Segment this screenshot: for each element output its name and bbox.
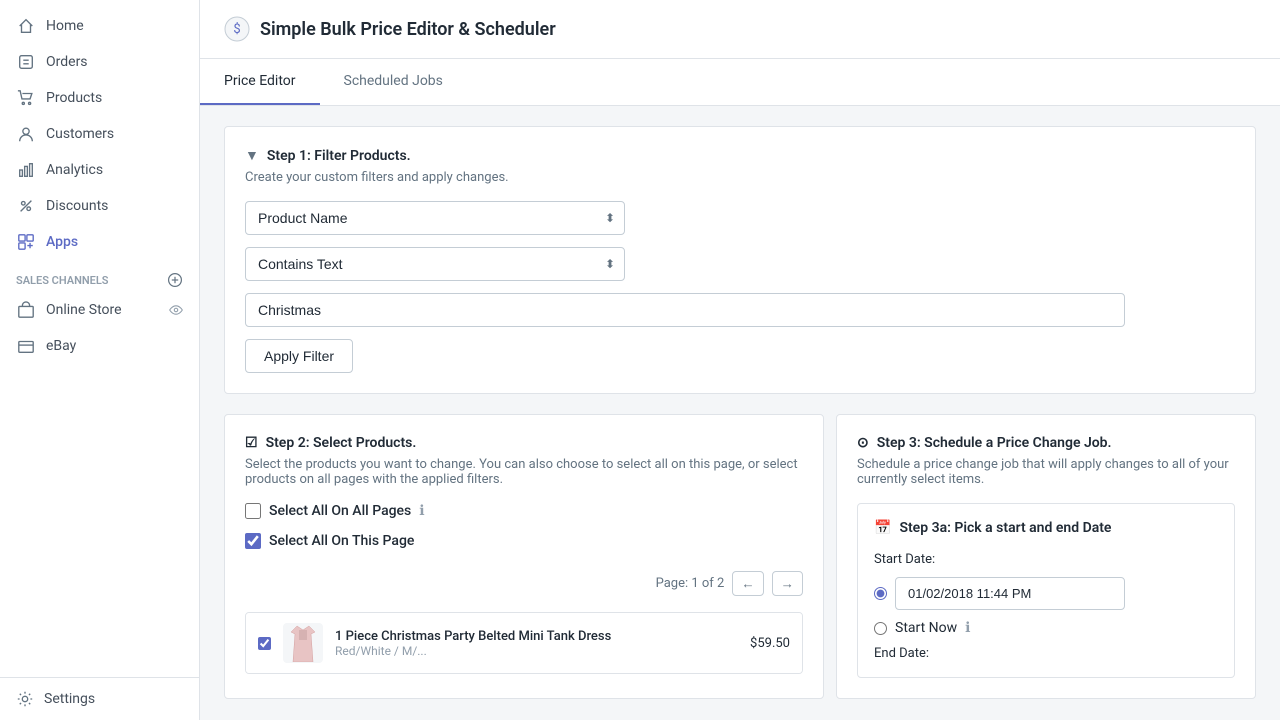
step3-subtext: Schedule a price change job that will ap… — [857, 457, 1235, 487]
filter-icon: ▼ — [245, 147, 259, 164]
check-box-icon: ☑ — [245, 435, 258, 451]
select-all-page-row[interactable]: Select All On This Page — [245, 533, 803, 549]
start-date-radio[interactable] — [874, 587, 887, 600]
pagination: Page: 1 of 2 ← → — [245, 563, 803, 604]
add-channel-icon[interactable] — [167, 272, 183, 288]
clock-icon: ⊙ — [857, 435, 869, 451]
steps-row: ☑ Step 2: Select Products. Select the pr… — [224, 414, 1256, 699]
sidebar-item-ebay[interactable]: eBay — [0, 328, 199, 364]
page-header: $ Simple Bulk Price Editor & Scheduler — [200, 0, 1280, 59]
info-icon-start-now[interactable]: ℹ — [965, 620, 970, 636]
sidebar-item-products[interactable]: Products — [0, 80, 199, 116]
product-variant: Red/White / M/... — [335, 644, 738, 658]
step1-card: ▼ Step 1: Filter Products. Create your c… — [224, 126, 1256, 394]
sidebar-item-apps[interactable]: Apps — [0, 224, 199, 260]
sidebar-item-online-store[interactable]: Online Store — [0, 292, 199, 328]
analytics-icon — [16, 160, 36, 180]
sidebar-item-analytics[interactable]: Analytics — [0, 152, 199, 188]
app-logo-icon: $ — [224, 16, 250, 42]
select-all-pages-row[interactable]: Select All On All Pages ℹ — [245, 503, 803, 519]
end-date-label: End Date: — [874, 646, 1218, 661]
step3a-heading: 📅 Step 3a: Pick a start and end Date — [874, 520, 1218, 536]
start-now-radio[interactable] — [874, 622, 887, 635]
sidebar-item-discounts[interactable]: Discounts — [0, 188, 199, 224]
filter-condition-wrapper: Contains Text Does Not Contain Equals St… — [245, 247, 625, 281]
calendar-icon: 📅 — [874, 520, 891, 536]
apply-filter-button[interactable]: Apply Filter — [245, 339, 353, 373]
products-icon — [16, 88, 36, 108]
start-date-label: Start Date: — [874, 552, 1218, 567]
step1-heading: ▼ Step 1: Filter Products. — [245, 147, 1235, 164]
step3a-box: 📅 Step 3a: Pick a start and end Date Sta… — [857, 503, 1235, 678]
product-checkbox[interactable] — [258, 637, 271, 650]
sidebar-nav: Home Orders Products — [0, 0, 199, 677]
pagination-text: Page: 1 of 2 — [656, 576, 725, 591]
sidebar-item-orders[interactable]: Orders — [0, 44, 199, 80]
table-row: 1 Piece Christmas Party Belted Mini Tank… — [246, 613, 802, 673]
step3-heading: ⊙ Step 3: Schedule a Price Change Job. — [857, 435, 1235, 451]
orders-icon — [16, 52, 36, 72]
tab-scheduled-jobs[interactable]: Scheduled Jobs — [320, 59, 467, 105]
tab-bar: Price Editor Scheduled Jobs — [200, 59, 1280, 106]
step2-card: ☑ Step 2: Select Products. Select the pr… — [224, 414, 824, 699]
filter-field-select[interactable]: Product Name Price SKU Tag — [245, 201, 625, 235]
product-name: 1 Piece Christmas Party Belted Mini Tank… — [335, 629, 738, 644]
page-title: Simple Bulk Price Editor & Scheduler — [260, 19, 556, 40]
settings-item[interactable]: Settings — [16, 690, 183, 708]
sidebar-item-home[interactable]: Home — [0, 8, 199, 44]
product-info: 1 Piece Christmas Party Belted Mini Tank… — [335, 629, 738, 658]
start-date-radio-row — [874, 577, 1218, 610]
step1-subtext: Create your custom filters and apply cha… — [245, 170, 1235, 185]
ebay-icon — [16, 336, 36, 356]
step2-heading: ☑ Step 2: Select Products. — [245, 435, 803, 451]
product-list: 1 Piece Christmas Party Belted Mini Tank… — [245, 612, 803, 674]
eye-icon[interactable] — [169, 302, 183, 318]
online-store-icon — [16, 300, 36, 320]
start-now-label: Start Now — [895, 620, 957, 636]
sidebar-item-customers[interactable]: Customers — [0, 116, 199, 152]
main-content: $ Simple Bulk Price Editor & Scheduler P… — [200, 0, 1280, 720]
customers-icon — [16, 124, 36, 144]
select-all-page-label: Select All On This Page — [269, 533, 414, 549]
content-area: ▼ Step 1: Filter Products. Create your c… — [200, 106, 1280, 720]
product-thumbnail — [283, 623, 323, 663]
start-now-radio-row: Start Now ℹ — [874, 620, 1218, 636]
sales-channels-header: SALES CHANNELS — [0, 260, 199, 292]
step2-subtext: Select the products you want to change. … — [245, 457, 803, 487]
filter-condition-select[interactable]: Contains Text Does Not Contain Equals St… — [245, 247, 625, 281]
settings-icon — [16, 690, 34, 708]
step3-card: ⊙ Step 3: Schedule a Price Change Job. S… — [836, 414, 1256, 699]
start-date-input[interactable] — [895, 577, 1125, 610]
discounts-icon — [16, 196, 36, 216]
select-all-page-checkbox[interactable] — [245, 533, 261, 549]
next-page-button[interactable]: → — [772, 571, 803, 596]
home-icon — [16, 16, 36, 36]
filter-text-input[interactable] — [245, 293, 1125, 327]
sidebar: Home Orders Products — [0, 0, 200, 720]
tab-price-editor[interactable]: Price Editor — [200, 59, 320, 105]
select-all-pages-label: Select All On All Pages — [269, 503, 411, 519]
sidebar-footer: Settings — [0, 677, 199, 720]
prev-page-button[interactable]: ← — [732, 571, 763, 596]
apps-icon — [16, 232, 36, 252]
filter-field-wrapper: Product Name Price SKU Tag — [245, 201, 625, 235]
svg-text:$: $ — [233, 22, 240, 37]
product-price: $59.50 — [750, 636, 790, 651]
info-icon-all-pages[interactable]: ℹ — [419, 503, 424, 519]
select-all-pages-checkbox[interactable] — [245, 503, 261, 519]
